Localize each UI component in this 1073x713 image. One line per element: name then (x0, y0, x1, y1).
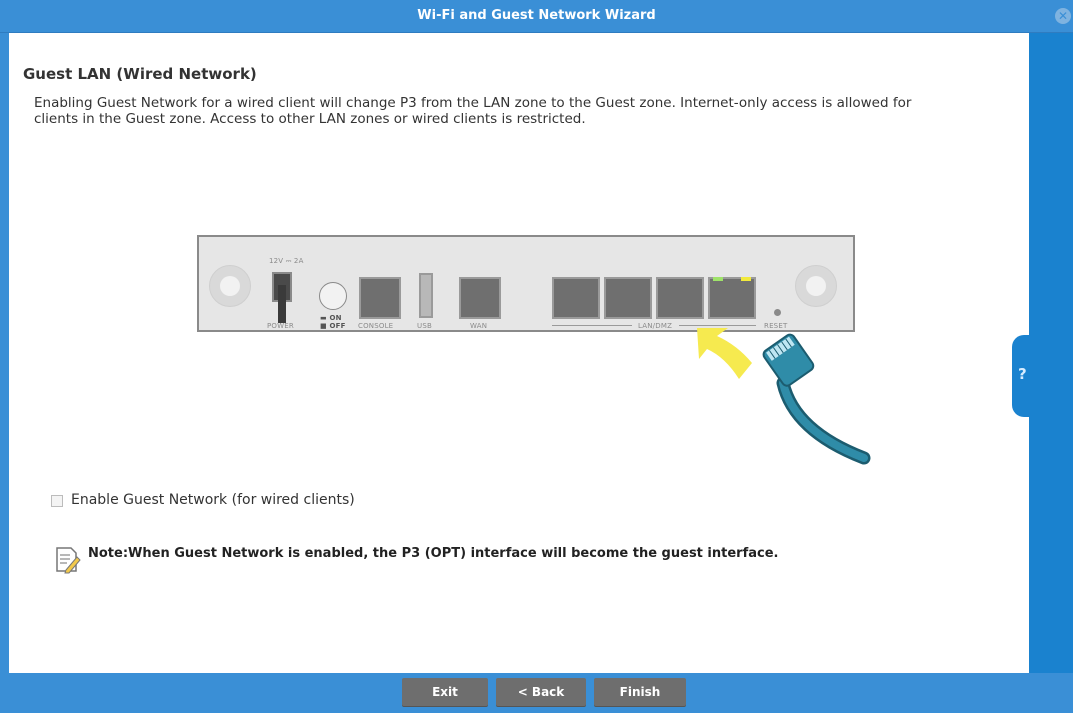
help-icon: ? (1018, 365, 1027, 383)
port-led-yellow (741, 277, 751, 281)
exit-button[interactable]: Exit (402, 678, 488, 706)
mount-screw-right (795, 265, 837, 307)
enable-guest-wired-label[interactable]: Enable Guest Network (for wired clients) (71, 492, 355, 508)
section-description: Enabling Guest Network for a wired clien… (34, 95, 912, 127)
wizard-footer: Exit < Back Finish (0, 673, 1073, 713)
power-label: POWER (267, 322, 294, 330)
power-rating-label: 12V ⎓ 2A (269, 257, 304, 265)
title-bar: Wi-Fi and Guest Network Wizard ✕ (0, 0, 1073, 33)
wizard-title: Wi-Fi and Guest Network Wizard (417, 8, 656, 23)
lan-port-p2 (604, 277, 652, 319)
connection-illustration (697, 328, 871, 465)
usb-port (419, 273, 433, 318)
port-led-green (713, 277, 723, 281)
usb-label: USB (417, 322, 432, 330)
lan-port-p4 (708, 277, 756, 319)
lan-dmz-label: LAN/DMZ (638, 322, 673, 330)
section-heading: Guest LAN (Wired Network) (23, 65, 257, 83)
note-icon (56, 547, 81, 574)
reset-button-hole (774, 309, 781, 316)
switch-off-label: ■ OFF (320, 322, 346, 330)
help-tab[interactable]: ? (1012, 335, 1038, 417)
wan-port (459, 277, 501, 319)
mount-screw-left (209, 265, 251, 307)
switch-on-label: ▬ ON (320, 314, 342, 322)
close-icon[interactable]: ✕ (1055, 8, 1071, 24)
lan-port-p1 (552, 277, 600, 319)
wan-label: WAN (470, 322, 488, 330)
lan-bracket-left (552, 325, 632, 326)
console-port (359, 277, 401, 319)
console-label: CONSOLE (358, 322, 394, 330)
back-button[interactable]: < Back (496, 678, 586, 706)
enable-guest-wired-checkbox[interactable] (51, 495, 63, 507)
ethernet-plug-icon (762, 333, 815, 387)
guest-interface-note: Note:When Guest Network is enabled, the … (88, 546, 779, 561)
power-plug (278, 285, 286, 323)
cable-outline (776, 376, 871, 465)
left-frame (0, 33, 9, 673)
lan-port-p3 (656, 277, 704, 319)
yellow-arrow-icon (697, 328, 752, 379)
finish-button[interactable]: Finish (594, 678, 686, 706)
power-switch (319, 282, 347, 310)
wizard-content: Guest LAN (Wired Network) Enabling Guest… (9, 33, 1029, 673)
device-rear-panel: 12V ⎓ 2A POWER ▬ ON ■ OFF CONSOLE USB WA… (197, 235, 855, 332)
